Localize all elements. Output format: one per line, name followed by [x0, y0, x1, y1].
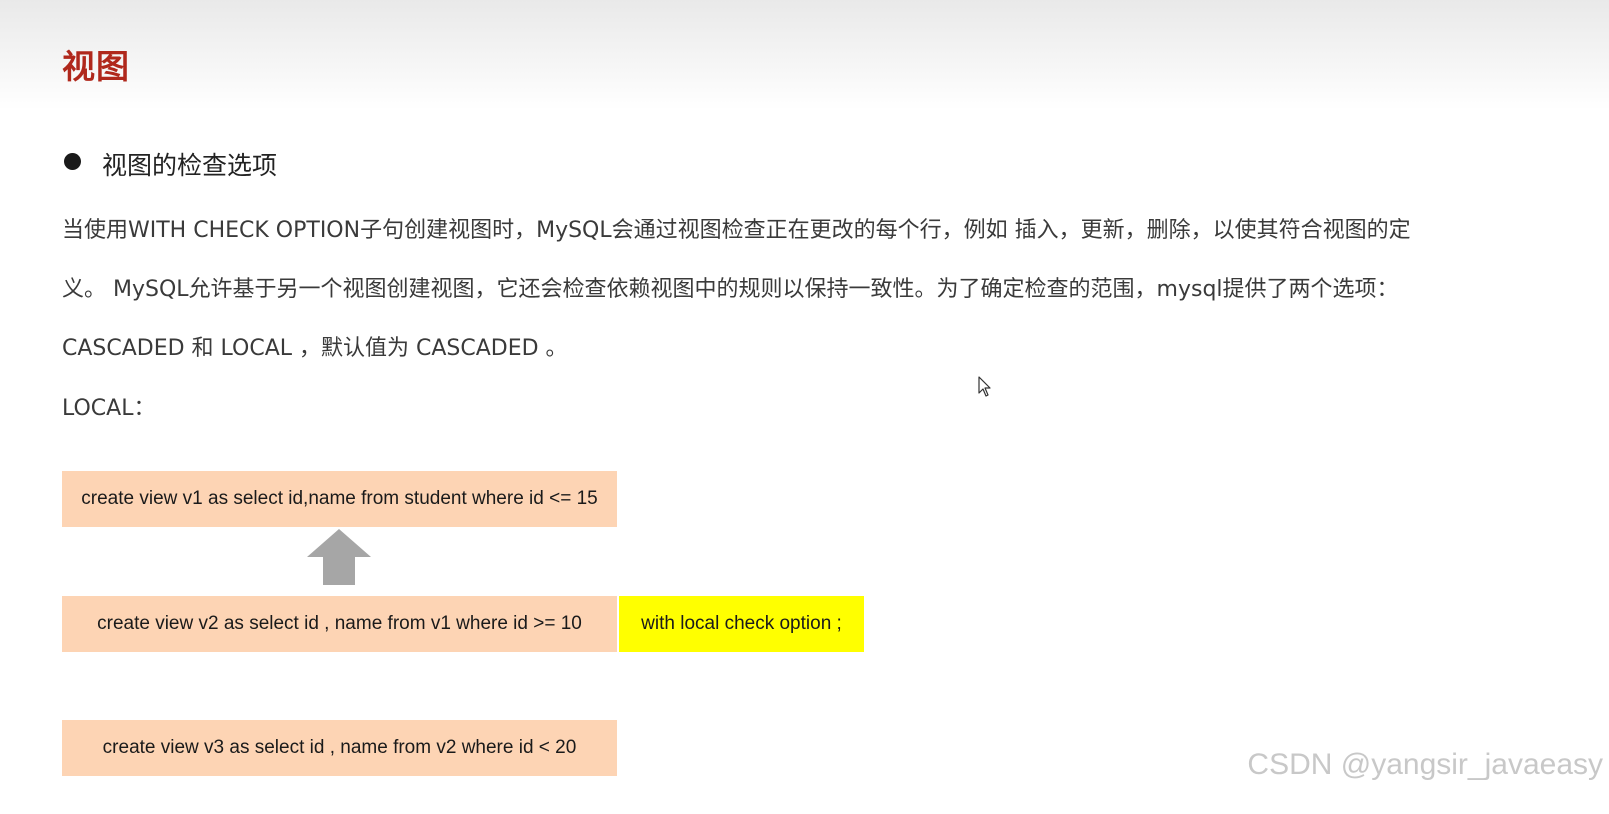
watermark: CSDN @yangsir_javaeasy	[1247, 748, 1603, 781]
view-v2-box: create view v2 as select id , name from …	[62, 596, 617, 652]
section-heading: 视图的检查选项	[102, 151, 278, 180]
view-v1-box: create view v1 as select id,name from st…	[62, 471, 617, 527]
local-label: LOCAL：	[62, 396, 156, 421]
mouse-pointer-icon	[978, 376, 991, 397]
up-arrow-icon	[307, 529, 371, 585]
paragraph-line-3: CASCADED 和 LOCAL ，默认值为 CASCADED 。	[62, 336, 568, 361]
view-v3-box: create view v3 as select id , name from …	[62, 720, 617, 776]
paragraph-line-2: 义。 MySQL允许基于另一个视图创建视图，它还会检查依赖视图中的规则以保持一致…	[62, 277, 1399, 302]
slide-header-band	[0, 0, 1609, 110]
bullet-icon	[64, 153, 81, 170]
paragraph-line-1: 当使用WITH CHECK OPTION子句创建视图时，MySQL会通过视图检查…	[62, 218, 1411, 243]
slide-title: 视图	[62, 47, 130, 86]
local-check-option-box: with local check option ;	[619, 596, 864, 652]
